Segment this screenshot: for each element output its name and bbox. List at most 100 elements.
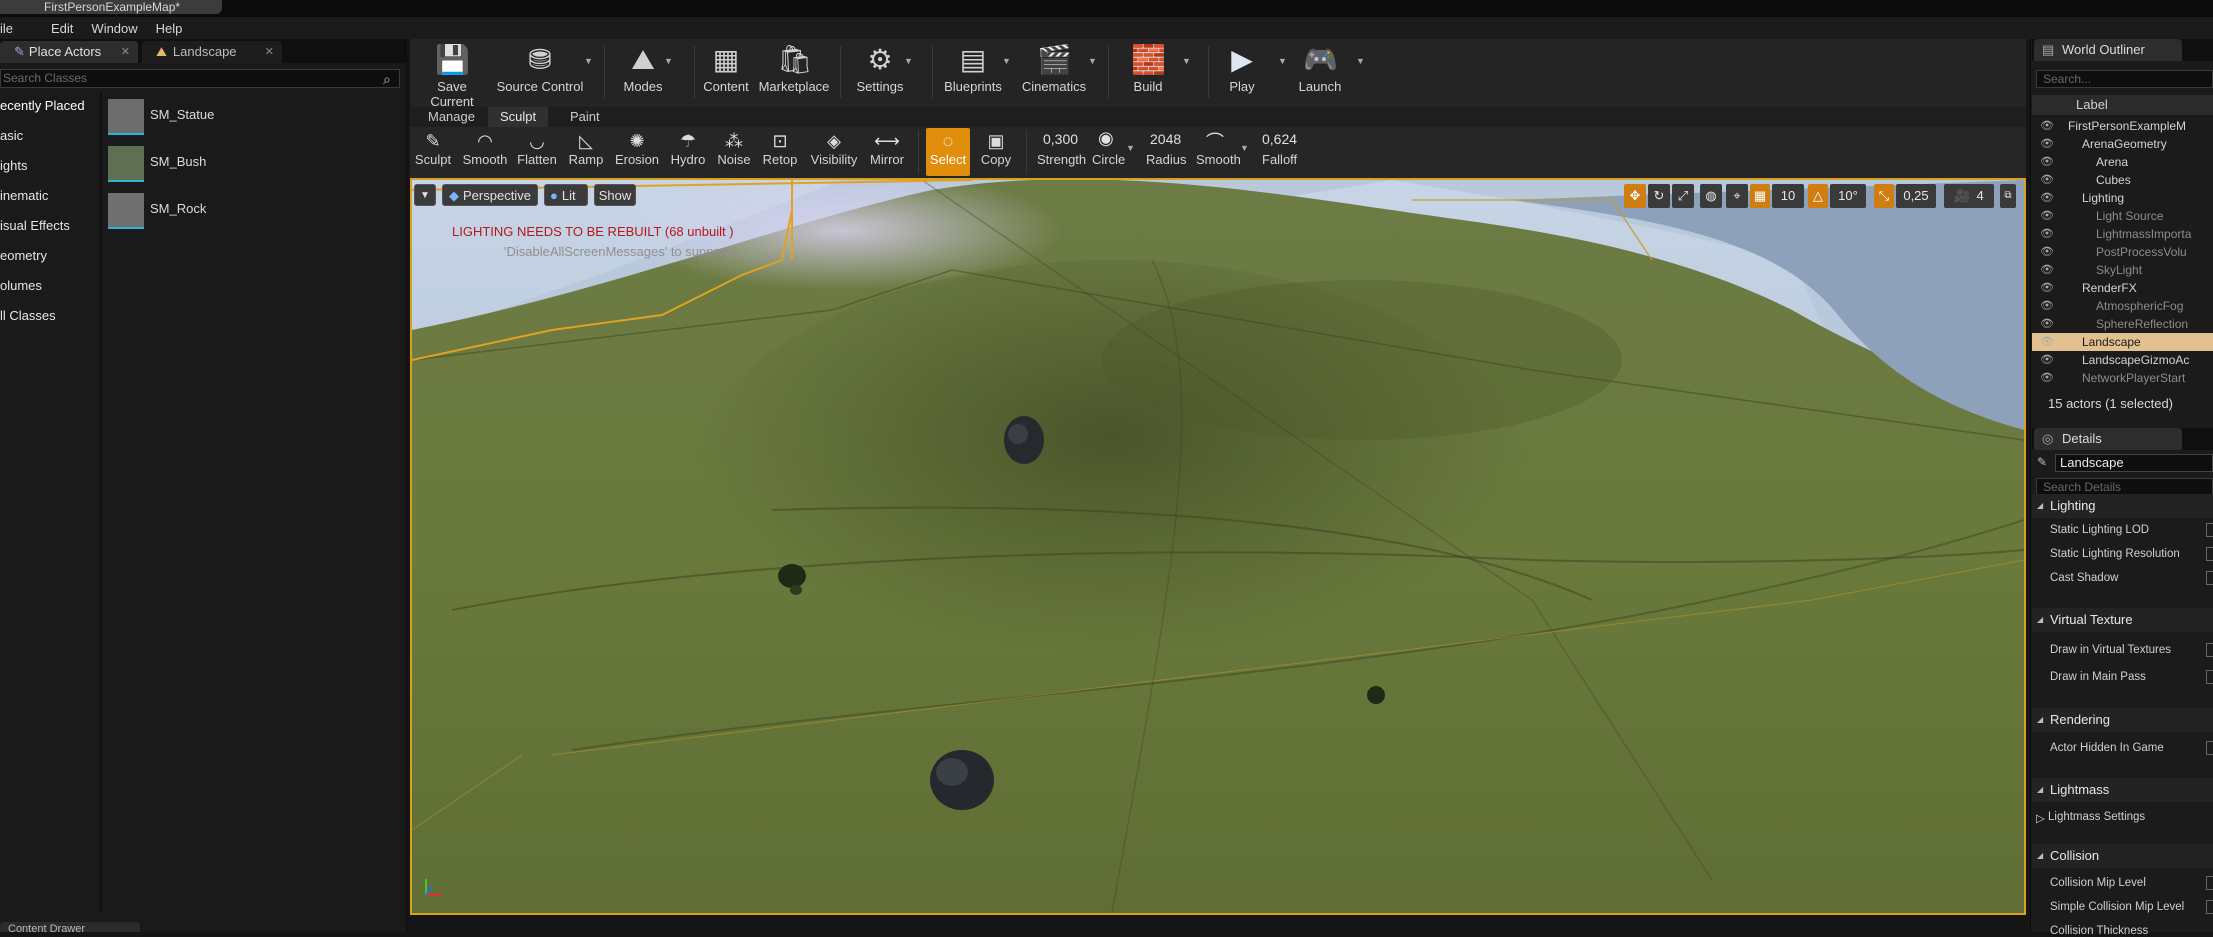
perspective-button[interactable]: ◆ Perspective bbox=[442, 184, 538, 206]
play-button[interactable]: ▶ Play bbox=[1216, 39, 1268, 103]
modes-button[interactable]: ⛰ Modes bbox=[614, 39, 672, 103]
property-value-field[interactable] bbox=[2206, 547, 2213, 561]
rock-actor[interactable] bbox=[930, 750, 994, 810]
level-viewport[interactable] bbox=[410, 178, 2026, 915]
tab-details[interactable]: ◎ Details bbox=[2034, 428, 2182, 450]
visibility-eye-icon[interactable]: 👁 bbox=[2040, 315, 2054, 333]
camera-speed-button[interactable]: 🎥 4 bbox=[1944, 184, 1994, 208]
build-button[interactable]: 🧱 Build bbox=[1124, 39, 1172, 103]
launch-button[interactable]: 🎮 Launch bbox=[1294, 39, 1346, 103]
source-control-button[interactable]: ⛃ Source Control bbox=[494, 39, 586, 103]
chevron-down-icon[interactable]: ▼ bbox=[904, 56, 913, 66]
category-all-classes[interactable]: ll Classes bbox=[0, 308, 100, 323]
visibility-eye-icon[interactable]: 👁 bbox=[2040, 225, 2054, 243]
lit-button[interactable]: ● Lit bbox=[544, 184, 588, 206]
chevron-down-icon[interactable]: ▼ bbox=[1240, 143, 1249, 153]
actor-item-bush[interactable]: SM_Bush bbox=[108, 144, 398, 184]
visibility-eye-icon[interactable]: 👁 bbox=[2040, 207, 2054, 225]
outliner-search-input[interactable]: Search... bbox=[2036, 70, 2213, 88]
outliner-row[interactable]: 👁 SkyLight bbox=[2032, 261, 2213, 279]
close-icon[interactable]: ✕ bbox=[121, 41, 130, 63]
property-value-field[interactable] bbox=[2206, 523, 2213, 537]
outliner-label-column[interactable]: Label bbox=[2032, 95, 2213, 115]
falloff-value[interactable]: 0,624 bbox=[1262, 131, 1297, 147]
tab-manage[interactable]: Manage bbox=[416, 107, 487, 127]
search-classes-input[interactable]: Search Classes bbox=[0, 69, 400, 88]
rotation-snap-value[interactable]: 10° bbox=[1830, 184, 1866, 208]
category-geometry[interactable]: eometry bbox=[0, 248, 100, 263]
outliner-row[interactable]: 👁 Cubes bbox=[2032, 171, 2213, 189]
grid-snap-icon[interactable]: ▦ bbox=[1750, 184, 1770, 208]
chevron-down-icon[interactable]: ▼ bbox=[1356, 56, 1365, 66]
visibility-eye-icon[interactable]: 👁 bbox=[2040, 171, 2054, 189]
tab-world-outliner[interactable]: ▤ World Outliner bbox=[2034, 39, 2182, 61]
world-local-icon[interactable]: ◍ bbox=[1700, 184, 1722, 208]
scale-snap-value[interactable]: 0,25 bbox=[1896, 184, 1936, 208]
chevron-down-icon[interactable]: ▼ bbox=[664, 56, 673, 66]
circle-brush-icon[interactable]: ◉ bbox=[1098, 128, 1114, 149]
details-category-lightmass[interactable]: Lightmass bbox=[2032, 778, 2213, 802]
actor-item-statue[interactable]: SM_Statue bbox=[108, 97, 398, 137]
tool-smooth[interactable]: ◠ Smooth bbox=[460, 128, 510, 176]
visibility-eye-icon[interactable]: 👁 bbox=[2040, 333, 2054, 351]
content-drawer-tab[interactable]: Content Drawer bbox=[0, 922, 140, 932]
outliner-row[interactable]: 👁 FirstPersonExampleM bbox=[2032, 117, 2213, 135]
property-checkbox[interactable] bbox=[2206, 571, 2213, 585]
outliner-row[interactable]: 👁 Landscape bbox=[2032, 333, 2213, 351]
marketplace-button[interactable]: 🛍 Marketplace bbox=[756, 39, 832, 103]
visibility-eye-icon[interactable]: 👁 bbox=[2040, 153, 2054, 171]
property-checkbox[interactable] bbox=[2206, 643, 2213, 657]
property-value-field[interactable] bbox=[2206, 900, 2213, 914]
menu-window[interactable]: Window bbox=[91, 21, 137, 36]
outliner-row[interactable]: 👁 RenderFX bbox=[2032, 279, 2213, 297]
tool-select[interactable]: ◌ Select bbox=[926, 128, 970, 176]
search-icon[interactable]: ⌕ bbox=[383, 71, 399, 87]
menu-edit[interactable]: Edit bbox=[51, 21, 73, 36]
details-name-field[interactable]: Landscape bbox=[2055, 454, 2213, 472]
radius-value[interactable]: 2048 bbox=[1150, 131, 1181, 147]
visibility-eye-icon[interactable]: 👁 bbox=[2040, 351, 2054, 369]
category-cinematic[interactable]: inematic bbox=[0, 188, 100, 203]
chevron-down-icon[interactable]: ▼ bbox=[1088, 56, 1097, 66]
visibility-eye-icon[interactable]: 👁 bbox=[2040, 243, 2054, 261]
settings-button[interactable]: ⚙ Settings bbox=[848, 39, 912, 103]
category-volumes[interactable]: olumes bbox=[0, 278, 100, 293]
category-recently-placed[interactable]: ecently Placed bbox=[0, 98, 100, 113]
outliner-row[interactable]: 👁 LandscapeGizmoAc bbox=[2032, 351, 2213, 369]
rotate-tool-icon[interactable]: ↻ bbox=[1648, 184, 1670, 208]
rock-actor[interactable] bbox=[1004, 416, 1044, 464]
details-category-lighting[interactable]: Lighting bbox=[2032, 494, 2213, 518]
visibility-eye-icon[interactable]: 👁 bbox=[2040, 261, 2054, 279]
outliner-row[interactable]: 👁 ArenaGeometry bbox=[2032, 135, 2213, 153]
tool-sculpt[interactable]: ✎ Sculpt bbox=[414, 128, 452, 176]
visibility-eye-icon[interactable]: 👁 bbox=[2040, 279, 2054, 297]
tab-landscape[interactable]: ⛰ Landscape ✕ bbox=[142, 41, 282, 63]
chevron-down-icon[interactable]: ▼ bbox=[1002, 56, 1011, 66]
category-lights[interactable]: ights bbox=[0, 158, 100, 173]
details-category-rendering[interactable]: Rendering bbox=[2032, 708, 2213, 732]
property-checkbox[interactable] bbox=[2206, 741, 2213, 755]
property-value-field[interactable] bbox=[2206, 876, 2213, 890]
property-lightmass-settings[interactable]: Lightmass Settings bbox=[2048, 811, 2145, 823]
visibility-eye-icon[interactable]: 👁 bbox=[2040, 189, 2054, 207]
tool-erosion[interactable]: ✺ Erosion bbox=[612, 128, 662, 176]
blueprints-button[interactable]: ▤ Blueprints bbox=[938, 39, 1008, 103]
chevron-down-icon[interactable]: ▼ bbox=[584, 56, 593, 66]
outliner-row[interactable]: 👁 PostProcessVolu bbox=[2032, 243, 2213, 261]
content-button[interactable]: ▦ Content bbox=[700, 39, 752, 103]
expand-arrow-icon[interactable]: ▷ bbox=[2036, 811, 2045, 825]
tab-sculpt[interactable]: Sculpt bbox=[488, 107, 549, 127]
category-visual-effects[interactable]: isual Effects bbox=[0, 218, 100, 233]
outliner-row[interactable]: 👁 Arena bbox=[2032, 153, 2213, 171]
tab-paint[interactable]: Paint bbox=[558, 107, 612, 127]
tool-visibility[interactable]: ◈ Visibility bbox=[806, 128, 862, 176]
details-category-collision[interactable]: Collision bbox=[2032, 844, 2213, 868]
chevron-down-icon[interactable]: ▼ bbox=[1278, 56, 1287, 66]
actor-item-rock[interactable]: SM_Rock bbox=[108, 191, 398, 231]
chevron-down-icon[interactable]: ▼ bbox=[1182, 56, 1191, 66]
viewport-options-button[interactable]: ▼ bbox=[414, 184, 436, 206]
strength-value[interactable]: 0,300 bbox=[1043, 131, 1078, 147]
outliner-row[interactable]: 👁 Light Source bbox=[2032, 207, 2213, 225]
tool-hydro[interactable]: ☂ Hydro bbox=[668, 128, 708, 176]
property-checkbox[interactable] bbox=[2206, 670, 2213, 684]
